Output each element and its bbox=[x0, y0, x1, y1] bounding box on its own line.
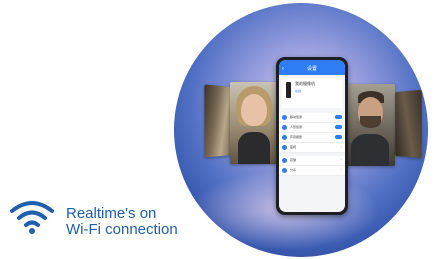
toggle-switch[interactable] bbox=[335, 125, 342, 129]
settings-row-icon bbox=[282, 135, 287, 140]
chevron-right-icon: › bbox=[340, 167, 342, 172]
app-title: 设置 bbox=[306, 66, 317, 72]
settings-row-label: 夜视 bbox=[290, 145, 297, 149]
settings-row[interactable]: 分享 › bbox=[279, 166, 345, 176]
settings-row[interactable]: 人形侦测 bbox=[279, 123, 345, 133]
settings-row-icon bbox=[282, 168, 287, 173]
settings-row-icon bbox=[282, 145, 287, 150]
device-name: 我的摄像机 bbox=[295, 81, 315, 86]
settings-row[interactable]: 声音报警 bbox=[279, 133, 345, 143]
caption-line-2: Wi-Fi connection bbox=[66, 221, 178, 238]
back-arrow-icon[interactable]: ‹ bbox=[282, 60, 284, 79]
woman-portrait-photo bbox=[230, 82, 278, 164]
settings-row[interactable]: 夜视 › bbox=[279, 143, 345, 153]
smartphone: ‹ 设置 我的摄像机 在线 移动侦测 人形侦测 声音报警 夜视 › 存储 › 分… bbox=[276, 57, 348, 215]
chevron-right-icon: › bbox=[340, 157, 342, 162]
settings-row-icon bbox=[282, 115, 287, 120]
settings-row-label: 移动侦测 bbox=[290, 115, 303, 119]
man-portrait-photo bbox=[345, 84, 395, 166]
phone-screen: ‹ 设置 我的摄像机 在线 移动侦测 人形侦测 声音报警 夜视 › 存储 › 分… bbox=[279, 60, 345, 212]
settings-row-icon bbox=[282, 158, 287, 163]
settings-row-label: 分享 bbox=[290, 168, 297, 172]
hallway-photo bbox=[395, 89, 422, 159]
settings-row[interactable]: 移动侦测 bbox=[279, 113, 345, 123]
app-title-bar: ‹ 设置 bbox=[279, 60, 345, 75]
wifi-icon bbox=[10, 201, 54, 234]
device-card[interactable]: 我的摄像机 在线 bbox=[282, 78, 342, 108]
toggle-switch[interactable] bbox=[335, 135, 342, 139]
settings-row-label: 人形侦测 bbox=[290, 125, 303, 129]
settings-row-label: 声音报警 bbox=[290, 135, 303, 139]
toggle-switch[interactable] bbox=[335, 115, 342, 119]
caption-line-1: Realtime's on bbox=[66, 205, 157, 222]
settings-row-label: 存储 bbox=[290, 158, 297, 162]
device-status: 在线 bbox=[295, 89, 302, 93]
camera-device-icon bbox=[286, 82, 291, 98]
settings-row-icon bbox=[282, 125, 287, 130]
feature-caption: Realtime's on Wi-Fi connection bbox=[66, 206, 178, 238]
chevron-right-icon: › bbox=[340, 144, 342, 149]
settings-row[interactable]: 存储 › bbox=[279, 156, 345, 166]
